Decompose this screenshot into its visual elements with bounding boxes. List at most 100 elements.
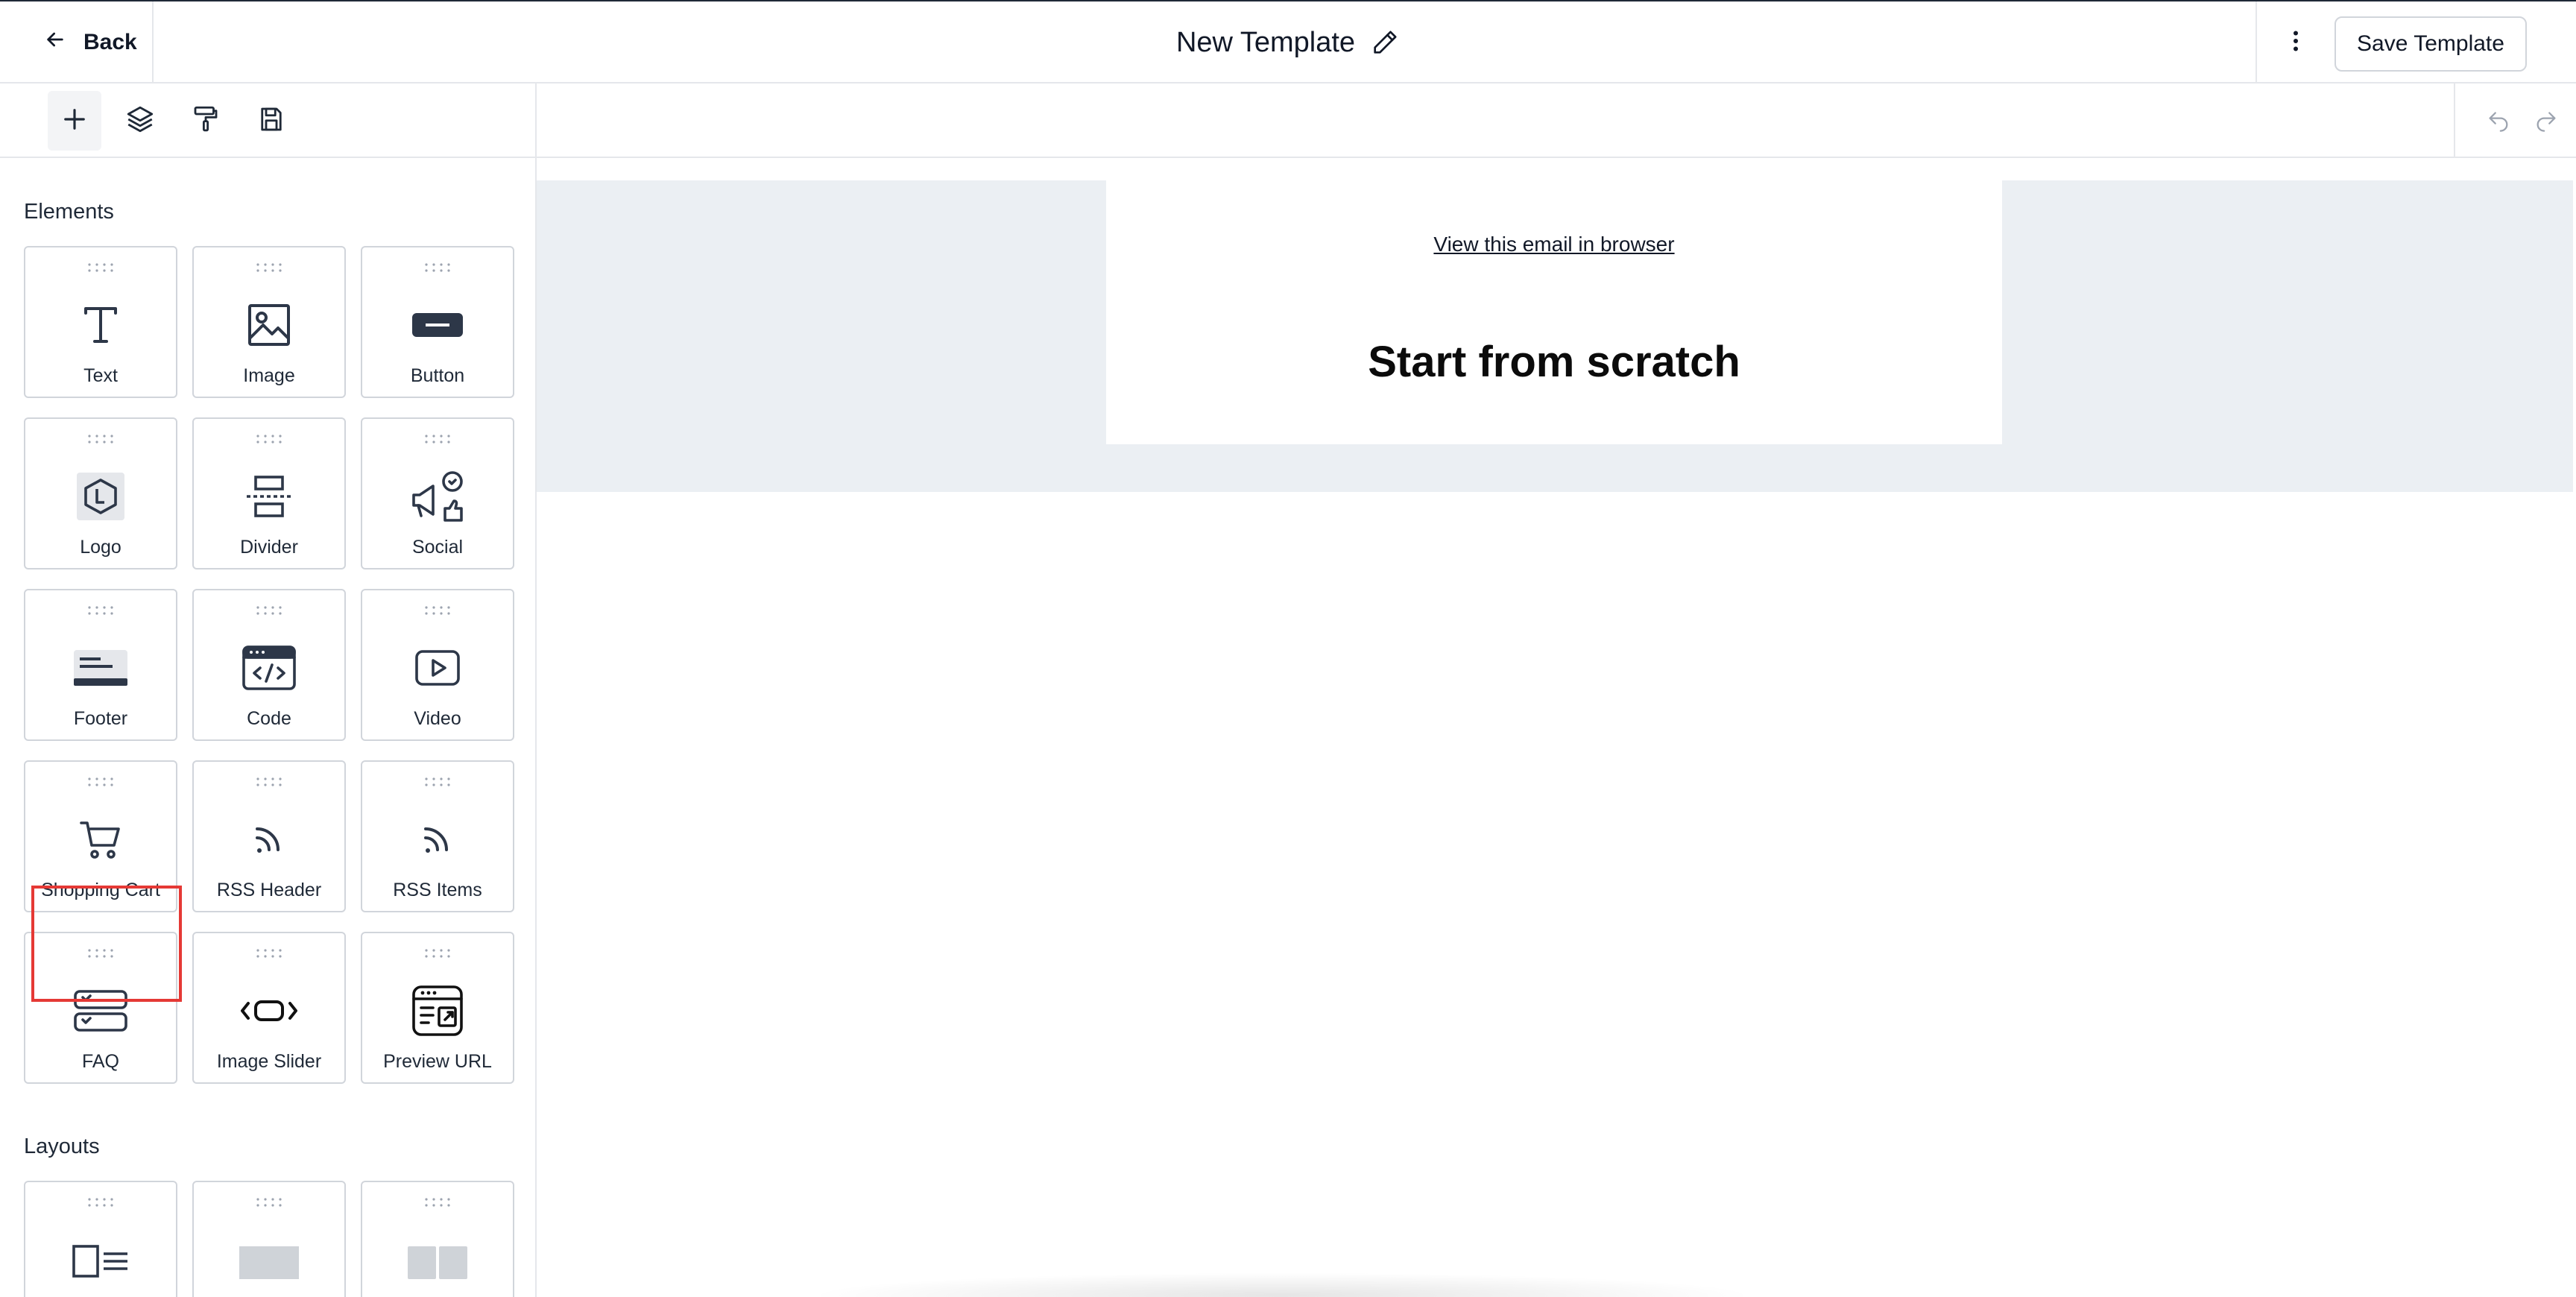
drag-handle-icon bbox=[25, 777, 176, 787]
code-icon bbox=[194, 640, 344, 696]
redo-button[interactable] bbox=[2531, 106, 2561, 136]
social-icon bbox=[362, 468, 513, 525]
element-label: Video bbox=[414, 708, 461, 729]
element-label: Button bbox=[410, 365, 465, 386]
element-tile-code[interactable]: Code bbox=[192, 589, 346, 741]
undo-button[interactable] bbox=[2484, 106, 2513, 136]
drag-handle-icon bbox=[194, 262, 344, 273]
element-tile-social[interactable]: Social bbox=[361, 417, 514, 569]
element-label: RSS Items bbox=[393, 880, 482, 900]
drag-handle-icon bbox=[194, 948, 344, 959]
shopping-cart-icon bbox=[25, 811, 176, 868]
drag-handle-icon bbox=[25, 948, 176, 959]
drag-handle-icon bbox=[194, 605, 344, 616]
element-label: Footer bbox=[73, 708, 128, 729]
layers-tab[interactable] bbox=[113, 91, 167, 151]
history-controls bbox=[2454, 83, 2576, 157]
element-label: Preview URL bbox=[383, 1051, 492, 1072]
back-button[interactable]: Back bbox=[0, 1, 154, 83]
canvas-toolbar bbox=[537, 83, 2576, 158]
more-options-button[interactable] bbox=[2255, 1, 2334, 83]
drag-handle-icon bbox=[194, 1197, 344, 1208]
element-tile-image-slider[interactable]: Image Slider bbox=[192, 932, 346, 1084]
drag-handle-icon bbox=[362, 434, 513, 444]
drag-handle-icon bbox=[25, 605, 176, 616]
faq-icon bbox=[25, 982, 176, 1039]
logo-icon bbox=[25, 468, 176, 525]
kebab-menu-icon bbox=[2282, 28, 2309, 58]
layout-tile-single-column[interactable] bbox=[192, 1181, 346, 1297]
paint-roller-icon bbox=[190, 104, 221, 139]
drag-handle-icon bbox=[25, 262, 176, 273]
undo-icon bbox=[2486, 107, 2511, 136]
layouts-section-title: Layouts bbox=[24, 1135, 100, 1158]
layout-image-text-icon bbox=[25, 1231, 176, 1288]
layout-two-column-icon bbox=[362, 1231, 513, 1288]
element-tile-text[interactable]: Text bbox=[24, 246, 177, 398]
page-title: New Template bbox=[1175, 26, 1356, 58]
layout-tile-image-text[interactable] bbox=[24, 1181, 177, 1297]
button-icon bbox=[362, 297, 513, 353]
drag-handle-icon bbox=[362, 262, 513, 273]
title-area: New Template bbox=[0, 1, 2576, 83]
rss-icon bbox=[362, 811, 513, 868]
drag-handle-icon bbox=[362, 777, 513, 787]
email-preview-section[interactable]: View this email in browser Start from sc… bbox=[537, 180, 2573, 492]
top-bar: Back New Template Save Template bbox=[0, 0, 2576, 83]
image-slider-icon bbox=[194, 982, 344, 1039]
styles-tab[interactable] bbox=[179, 91, 233, 151]
element-label: Text bbox=[83, 365, 118, 386]
video-icon bbox=[362, 640, 513, 696]
layout-single-column-icon bbox=[194, 1231, 344, 1288]
element-label: Shopping Cart bbox=[41, 880, 160, 900]
email-content-block[interactable]: View this email in browser Start from sc… bbox=[1106, 180, 2002, 444]
element-label: Divider bbox=[240, 537, 298, 558]
layout-tile-two-column[interactable] bbox=[361, 1181, 514, 1297]
element-tile-shopping-cart[interactable]: Shopping Cart bbox=[24, 760, 177, 912]
plus-icon bbox=[59, 104, 90, 139]
footer-icon bbox=[25, 640, 176, 696]
element-tile-image[interactable]: Image bbox=[192, 246, 346, 398]
email-heading[interactable]: Start from scratch bbox=[1106, 337, 2002, 387]
element-label: Image Slider bbox=[216, 1051, 322, 1072]
pencil-icon[interactable] bbox=[1370, 28, 1400, 57]
preview-url-icon bbox=[362, 982, 513, 1039]
elements-section-title: Elements bbox=[24, 200, 114, 224]
arrow-left-icon bbox=[43, 28, 67, 57]
divider-icon bbox=[194, 468, 344, 525]
save-template-button[interactable]: Save Template bbox=[2334, 16, 2527, 72]
element-tile-preview-url[interactable]: Preview URL bbox=[361, 932, 514, 1084]
editor-canvas: View this email in browser Start from sc… bbox=[537, 83, 2576, 1297]
element-tile-divider[interactable]: Divider bbox=[192, 417, 346, 569]
saved-blocks-tab[interactable] bbox=[244, 91, 298, 151]
drag-handle-icon bbox=[362, 605, 513, 616]
element-label: Image bbox=[243, 365, 295, 386]
element-tile-video[interactable]: Video bbox=[361, 589, 514, 741]
view-in-browser-link[interactable]: View this email in browser bbox=[1106, 233, 2002, 256]
sidebar: Elements Text Image Button Logo Divider … bbox=[0, 83, 537, 1297]
drag-handle-icon bbox=[25, 1197, 176, 1208]
drag-handle-icon bbox=[194, 777, 344, 787]
element-label: Social bbox=[411, 537, 464, 558]
add-elements-tab[interactable] bbox=[48, 91, 101, 151]
element-tile-rss-header[interactable]: RSS Header bbox=[192, 760, 346, 912]
drag-handle-icon bbox=[25, 434, 176, 444]
element-tile-logo[interactable]: Logo bbox=[24, 417, 177, 569]
redo-icon bbox=[2534, 107, 2559, 136]
element-label: Logo bbox=[80, 537, 121, 558]
text-icon bbox=[25, 297, 176, 353]
drag-handle-icon bbox=[362, 948, 513, 959]
element-label: RSS Header bbox=[216, 880, 322, 900]
element-tile-footer[interactable]: Footer bbox=[24, 589, 177, 741]
sidebar-toolbar bbox=[0, 83, 535, 158]
element-label: Code bbox=[247, 708, 291, 729]
drag-handle-icon bbox=[194, 434, 344, 444]
element-tile-faq[interactable]: FAQ bbox=[24, 932, 177, 1084]
rss-icon bbox=[194, 811, 344, 868]
back-label: Back bbox=[83, 30, 137, 54]
image-icon bbox=[194, 297, 344, 353]
drag-handle-icon bbox=[362, 1197, 513, 1208]
element-tile-button[interactable]: Button bbox=[361, 246, 514, 398]
layers-icon bbox=[124, 104, 156, 139]
element-tile-rss-items[interactable]: RSS Items bbox=[361, 760, 514, 912]
